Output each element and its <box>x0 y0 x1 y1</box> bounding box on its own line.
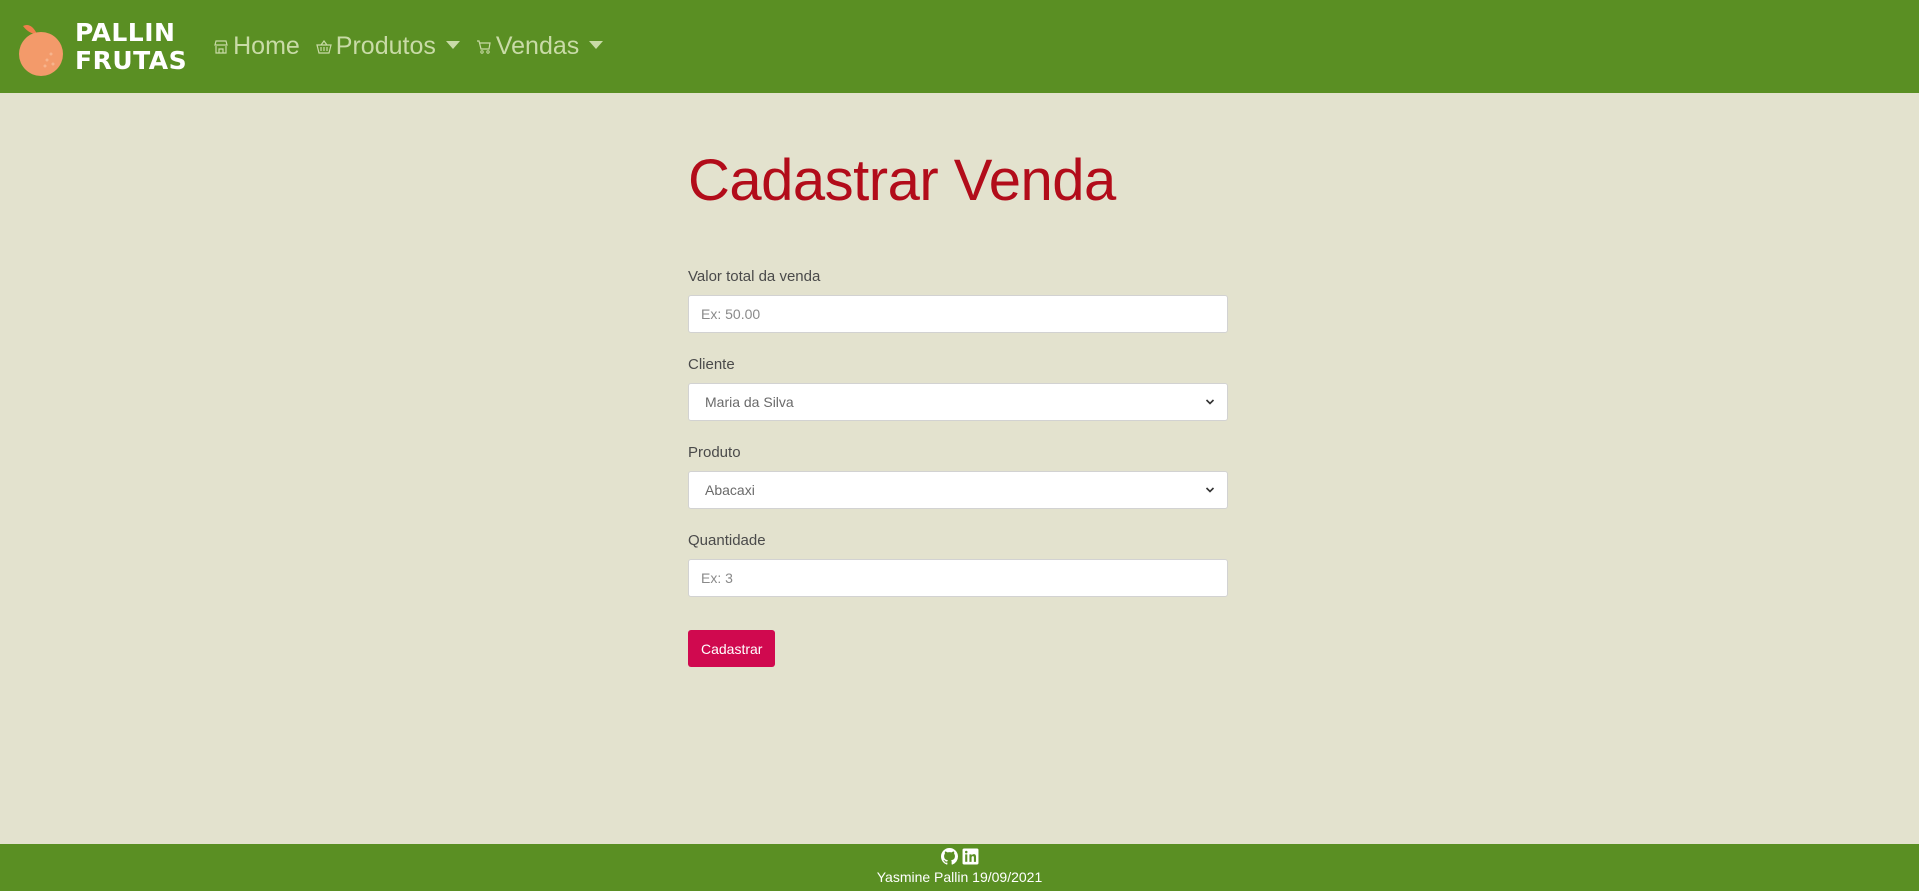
orange-fruit-icon <box>19 24 63 76</box>
nav-item-produtos[interactable]: Produtos <box>316 32 460 61</box>
brand-line-1: PALLIN <box>75 17 176 47</box>
brand-line-2: FRUTAS <box>75 45 188 75</box>
chevron-down-icon <box>1205 487 1215 493</box>
nav-item-vendas[interactable]: Vendas <box>476 32 604 61</box>
brand[interactable]: PALLIN FRUTAS <box>17 0 187 93</box>
nav-list: Home Produtos Vendas <box>213 32 619 61</box>
produto-group: Produto Abacaxi <box>688 444 1228 509</box>
nav-item-label: Home <box>233 32 300 60</box>
main-content: Cadastrar Venda Valor total da venda Cli… <box>688 93 1228 667</box>
cliente-select-value: Maria da Silva <box>705 394 794 410</box>
sale-form: Valor total da venda Cliente Maria da Si… <box>688 268 1228 667</box>
submit-button[interactable]: Cadastrar <box>688 630 776 667</box>
page-title: Cadastrar Venda <box>688 148 1116 213</box>
produto-label: Produto <box>688 444 741 461</box>
chevron-down-icon <box>445 40 460 49</box>
quantidade-group: Quantidade <box>688 532 1228 597</box>
cliente-group: Cliente Maria da Silva <box>688 356 1228 421</box>
valor-label: Valor total da venda <box>688 268 821 285</box>
cliente-select[interactable]: Maria da Silva <box>688 383 1228 421</box>
navbar: PALLIN FRUTAS Home Produtos Vendas <box>0 0 1919 93</box>
brand-name: PALLIN FRUTAS <box>75 17 188 75</box>
footer: Yasmine Pallin 19/09/2021 <box>0 844 1919 891</box>
valor-group: Valor total da venda <box>688 268 1228 333</box>
cliente-label: Cliente <box>688 356 735 373</box>
nav-item-label: Vendas <box>495 32 580 60</box>
produto-select[interactable]: Abacaxi <box>688 471 1228 509</box>
basket-icon <box>316 39 332 54</box>
cart-icon <box>476 39 491 54</box>
nav-item-home[interactable]: Home <box>213 32 300 61</box>
linkedin-icon[interactable] <box>962 848 979 865</box>
chevron-down-icon <box>589 40 604 49</box>
footer-credit: Yasmine Pallin 19/09/2021 <box>876 869 1043 885</box>
quantidade-input[interactable] <box>688 559 1228 597</box>
produto-select-value: Abacaxi <box>705 482 755 498</box>
chevron-down-icon <box>1205 399 1215 405</box>
store-icon <box>214 39 228 54</box>
nav-item-label: Produtos <box>335 32 436 60</box>
valor-input[interactable] <box>688 295 1228 333</box>
footer-icons <box>0 848 1919 867</box>
quantidade-label: Quantidade <box>688 532 766 549</box>
github-icon[interactable] <box>940 848 958 865</box>
